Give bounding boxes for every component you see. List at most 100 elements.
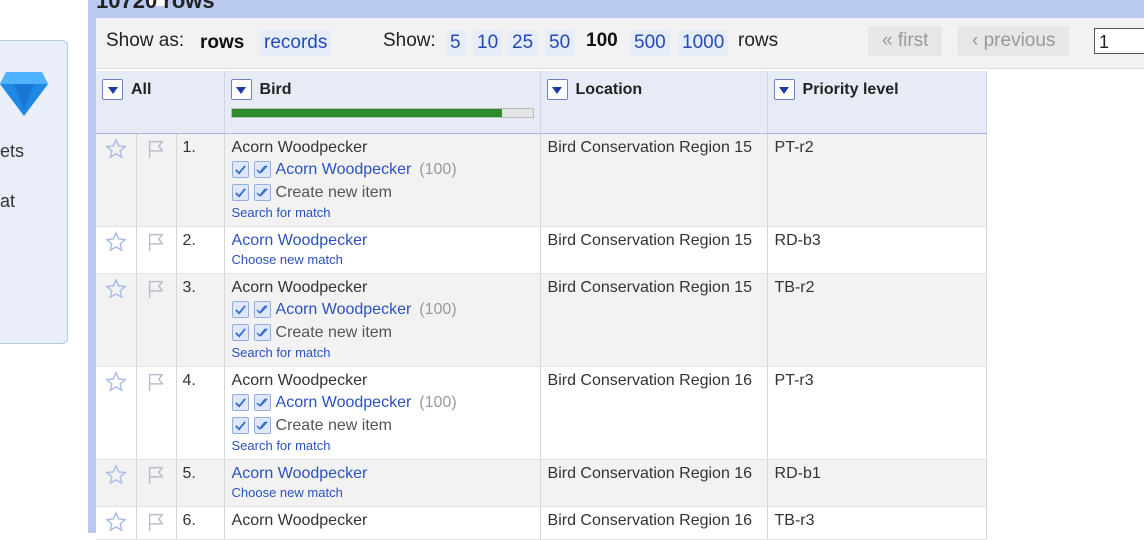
row-number: 1. [176,133,225,227]
flag-icon[interactable] [145,140,167,164]
rows-mode-link[interactable]: rows [196,30,248,56]
matched-bird-link[interactable]: Acorn Woodpecker [232,231,533,251]
page-size-1000[interactable]: 1000 [678,30,729,56]
priority-cell: RD-b3 [767,226,987,274]
priority-column-menu-button[interactable] [773,79,795,100]
star-icon[interactable] [104,464,127,490]
location-cell: Bird Conservation Region 16 [540,366,768,460]
search-for-match-link[interactable]: Search for match [232,204,533,222]
row-number: 5. [176,459,225,507]
priority-cell: TB-r2 [767,273,987,367]
bird-cell: Acorn Woodpecker Acorn Woodpecker (100) Cre… [224,133,541,227]
page-size-5[interactable]: 5 [446,30,465,56]
star-icon[interactable] [104,511,127,537]
data-table: All Bird Location Priority level 1. Acorn… [96,71,987,540]
bird-value: Acorn Woodpecker [231,279,368,296]
priority-column-label: Priority level [802,80,899,98]
table-row: 6. Acorn Woodpecker Bird Conservation Regi… [96,506,987,540]
flag-cell [136,273,177,367]
column-header-location: Location [540,71,768,134]
match-all-cells-icon[interactable] [253,301,271,318]
left-item-format[interactable]: at [0,191,15,212]
match-this-cell-icon[interactable] [231,394,249,411]
star-cell [96,459,137,507]
flag-icon[interactable] [145,233,167,257]
diamond-icon [0,72,48,116]
create-new-item-label[interactable]: Create new item [276,323,393,343]
location-cell: Bird Conservation Region 15 [540,133,768,227]
show-as-label: Show as: [106,30,185,51]
bird-column-menu-button[interactable] [230,79,252,100]
candidate-score: (100) [419,160,457,178]
candidate-link[interactable]: Acorn Woodpecker [276,393,412,413]
location-column-menu-button[interactable] [546,79,568,100]
location-cell: Bird Conservation Region 15 [540,226,768,274]
records-mode-link[interactable]: records [260,30,332,56]
star-icon[interactable] [104,138,127,164]
match-all-cells-icon[interactable] [253,394,271,411]
bird-cell: Acorn Woodpecker Acorn Woodpecker (100) Cre… [224,366,541,460]
star-icon[interactable] [104,278,127,304]
create-all-cells-icon[interactable] [253,184,271,201]
rows-suffix: rows [738,30,779,51]
flag-icon[interactable] [145,373,167,397]
page-size-50[interactable]: 50 [545,30,575,56]
bird-value: Acorn Woodpecker [231,139,368,156]
table-row: 2. Acorn Woodpecker Choose new match Bird C… [96,226,987,274]
bird-value: Acorn Woodpecker [231,372,368,389]
table-header-row: All Bird Location Priority level [96,71,987,134]
search-for-match-link[interactable]: Search for match [232,344,533,362]
create-new-item-label[interactable]: Create new item [276,416,393,436]
star-icon[interactable] [104,371,127,397]
choose-new-match-link[interactable]: Choose new match [232,484,533,502]
star-icon[interactable] [104,231,127,257]
page-size-100[interactable]: 100 [586,30,618,52]
create-new-option: Create new item [231,321,533,344]
first-page-button[interactable]: « first [868,26,943,56]
all-column-label: All [131,80,152,98]
match-this-cell-icon[interactable] [231,161,249,178]
page-size-10[interactable]: 10 [473,30,503,56]
choose-new-match-link[interactable]: Choose new match [232,251,533,269]
flag-icon[interactable] [145,280,167,304]
row-number: 6. [176,506,225,540]
left-panel: ets at [0,0,88,533]
create-this-cell-icon[interactable] [231,417,249,434]
flag-icon[interactable] [145,513,167,537]
location-cell: Bird Conservation Region 16 [540,506,768,540]
create-new-item-label[interactable]: Create new item [276,183,393,203]
bird-cell: Acorn Woodpecker [224,506,541,540]
previous-page-button[interactable]: ‹ previous [958,26,1070,56]
bird-column-label: Bird [259,80,292,98]
match-this-cell-icon[interactable] [231,301,249,318]
location-column-label: Location [575,80,643,98]
left-item-facets[interactable]: ets [0,141,24,162]
match-all-cells-icon[interactable] [253,161,271,178]
row-number: 2. [176,226,225,274]
table-row: 1. Acorn Woodpecker Acorn Woodpecker (100) C… [96,133,987,227]
create-this-cell-icon[interactable] [231,184,249,201]
candidate-link[interactable]: Acorn Woodpecker [276,300,412,320]
flag-icon[interactable] [145,466,167,490]
search-for-match-link[interactable]: Search for match [232,437,533,455]
table-row: 5. Acorn Woodpecker Choose new match Bird C… [96,459,987,507]
create-all-cells-icon[interactable] [253,324,271,341]
page-number-input[interactable]: 1 [1094,28,1144,54]
candidate-link[interactable]: Acorn Woodpecker [276,160,412,180]
flag-cell [136,506,177,540]
candidate-score: (100) [419,300,457,318]
column-header-bird: Bird [224,71,541,134]
table-row: 4. Acorn Woodpecker Acorn Woodpecker (100) C… [96,366,987,460]
row-count-title: 10720 rows [96,0,215,13]
create-this-cell-icon[interactable] [231,324,249,341]
bird-cell: Acorn Woodpecker Acorn Woodpecker (100) Cre… [224,273,541,367]
page-size-25[interactable]: 25 [508,30,538,56]
star-cell [96,506,137,540]
page-size-500[interactable]: 500 [630,30,670,56]
create-all-cells-icon[interactable] [253,417,271,434]
all-column-menu-button[interactable] [102,79,123,100]
star-cell [96,226,137,274]
location-cell: Bird Conservation Region 16 [540,459,768,507]
matched-bird-link[interactable]: Acorn Woodpecker [232,464,533,484]
candidate-score: (100) [419,393,457,411]
